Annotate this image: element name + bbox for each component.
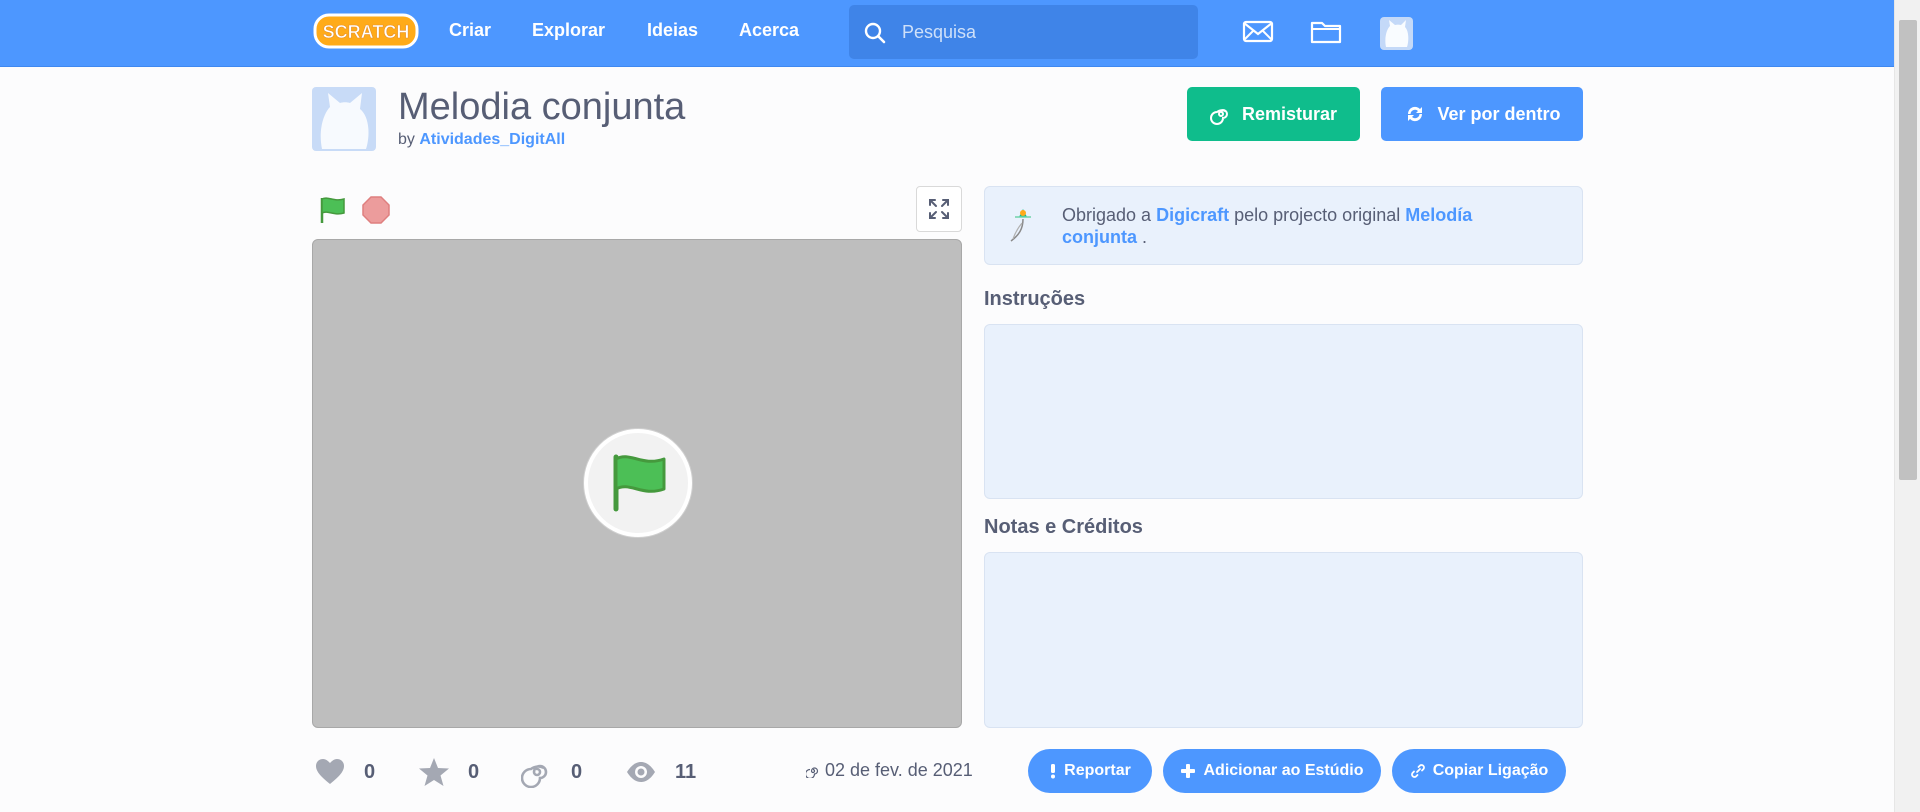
credit-middle: pelo projecto original	[1234, 205, 1401, 225]
instructions-title: Instruções	[984, 288, 1086, 310]
add-to-studio-label: Adicionar ao Estúdio	[1203, 762, 1364, 779]
see-inside-arrows-icon	[1408, 106, 1423, 122]
messages-icon[interactable]	[1241, 14, 1275, 48]
notes-box[interactable]	[984, 552, 1583, 728]
star-icon	[419, 758, 449, 786]
report-label: Reportar	[1064, 762, 1131, 779]
instructions-box[interactable]	[984, 324, 1583, 499]
project-title: Melodia conjunta	[398, 86, 686, 128]
exclamation-icon	[1051, 764, 1056, 779]
credit-suffix: .	[1142, 227, 1148, 247]
nav-link-explore[interactable]: Explorar	[532, 20, 605, 41]
top-nav-bar: SCRATCH Criar Explorar Ideias Acerca	[0, 0, 1894, 67]
original-author-link[interactable]: Digicraft	[1156, 205, 1229, 225]
author-line: by Atividades_DigitAll	[398, 131, 565, 149]
remix-tree-icon	[1010, 209, 1031, 242]
nav-link-ideas[interactable]: Ideias	[647, 20, 698, 41]
love-count: 0	[364, 760, 376, 783]
credit-text: Obrigado a Digicraft pelo projecto origi…	[1062, 204, 1542, 248]
plus-icon	[1181, 764, 1196, 778]
cat-avatar-icon	[320, 93, 369, 149]
remix-credit-box: Obrigado a Digicraft pelo projecto origi…	[984, 186, 1583, 265]
fullscreen-icon	[929, 199, 949, 219]
copy-link-label: Copiar Ligação	[1432, 762, 1549, 779]
fullscreen-button[interactable]	[916, 186, 962, 232]
search-bar[interactable]	[849, 5, 1198, 59]
credit-prefix: Obrigado a	[1062, 205, 1152, 225]
heart-icon	[316, 759, 344, 784]
stage-start-button[interactable]	[584, 429, 692, 537]
favorite-count: 0	[468, 760, 480, 783]
stop-sign-icon[interactable]	[362, 196, 390, 224]
remix-label: Remisturar	[1241, 103, 1338, 124]
report-button[interactable]: Reportar	[1028, 749, 1152, 793]
remix-spiral-icon	[521, 764, 548, 788]
views-count: 11	[675, 760, 697, 783]
author-avatar[interactable]	[312, 87, 376, 151]
see-inside-button[interactable]: Ver por dentro	[1381, 87, 1583, 141]
favorite-stat[interactable]: 0	[418, 756, 479, 788]
svg-text:SCRATCH: SCRATCH	[323, 22, 410, 42]
nav-link-about[interactable]: Acerca	[739, 20, 799, 41]
scratch-logo[interactable]: SCRATCH	[313, 11, 419, 51]
remix-stat: 0	[521, 756, 582, 788]
cat-avatar-icon	[1385, 20, 1409, 47]
my-stuff-folder-icon[interactable]	[1309, 14, 1343, 48]
love-stat[interactable]: 0	[314, 756, 375, 788]
project-stage[interactable]	[312, 239, 962, 728]
link-icon	[1410, 764, 1425, 778]
notes-title: Notas e Créditos	[984, 516, 1143, 538]
remix-date-icon	[806, 766, 819, 778]
by-label: by	[398, 131, 415, 148]
scrollbar-thumb[interactable]	[1899, 20, 1917, 480]
share-date-text: 02 de fev. de 2021	[825, 760, 973, 780]
views-stat: 11	[625, 756, 696, 788]
green-flag-icon	[613, 454, 666, 512]
remix-spiral-icon	[1210, 109, 1228, 125]
author-link[interactable]: Atividades_DigitAll	[419, 131, 565, 148]
eye-icon	[627, 762, 655, 782]
search-input[interactable]	[902, 5, 1182, 59]
nav-link-create[interactable]: Criar	[449, 20, 491, 41]
search-icon	[864, 22, 886, 44]
remix-count: 0	[571, 760, 583, 783]
share-date: 02 de fev. de 2021	[806, 760, 973, 781]
copy-link-button[interactable]: Copiar Ligação	[1392, 749, 1566, 793]
remix-button[interactable]: Remisturar	[1187, 87, 1360, 141]
see-inside-label: Ver por dentro	[1437, 103, 1561, 124]
green-flag-icon[interactable]	[318, 196, 348, 224]
add-to-studio-button[interactable]: Adicionar ao Estúdio	[1163, 749, 1381, 793]
page-scrollbar[interactable]	[1894, 0, 1920, 812]
user-avatar[interactable]	[1380, 17, 1413, 50]
